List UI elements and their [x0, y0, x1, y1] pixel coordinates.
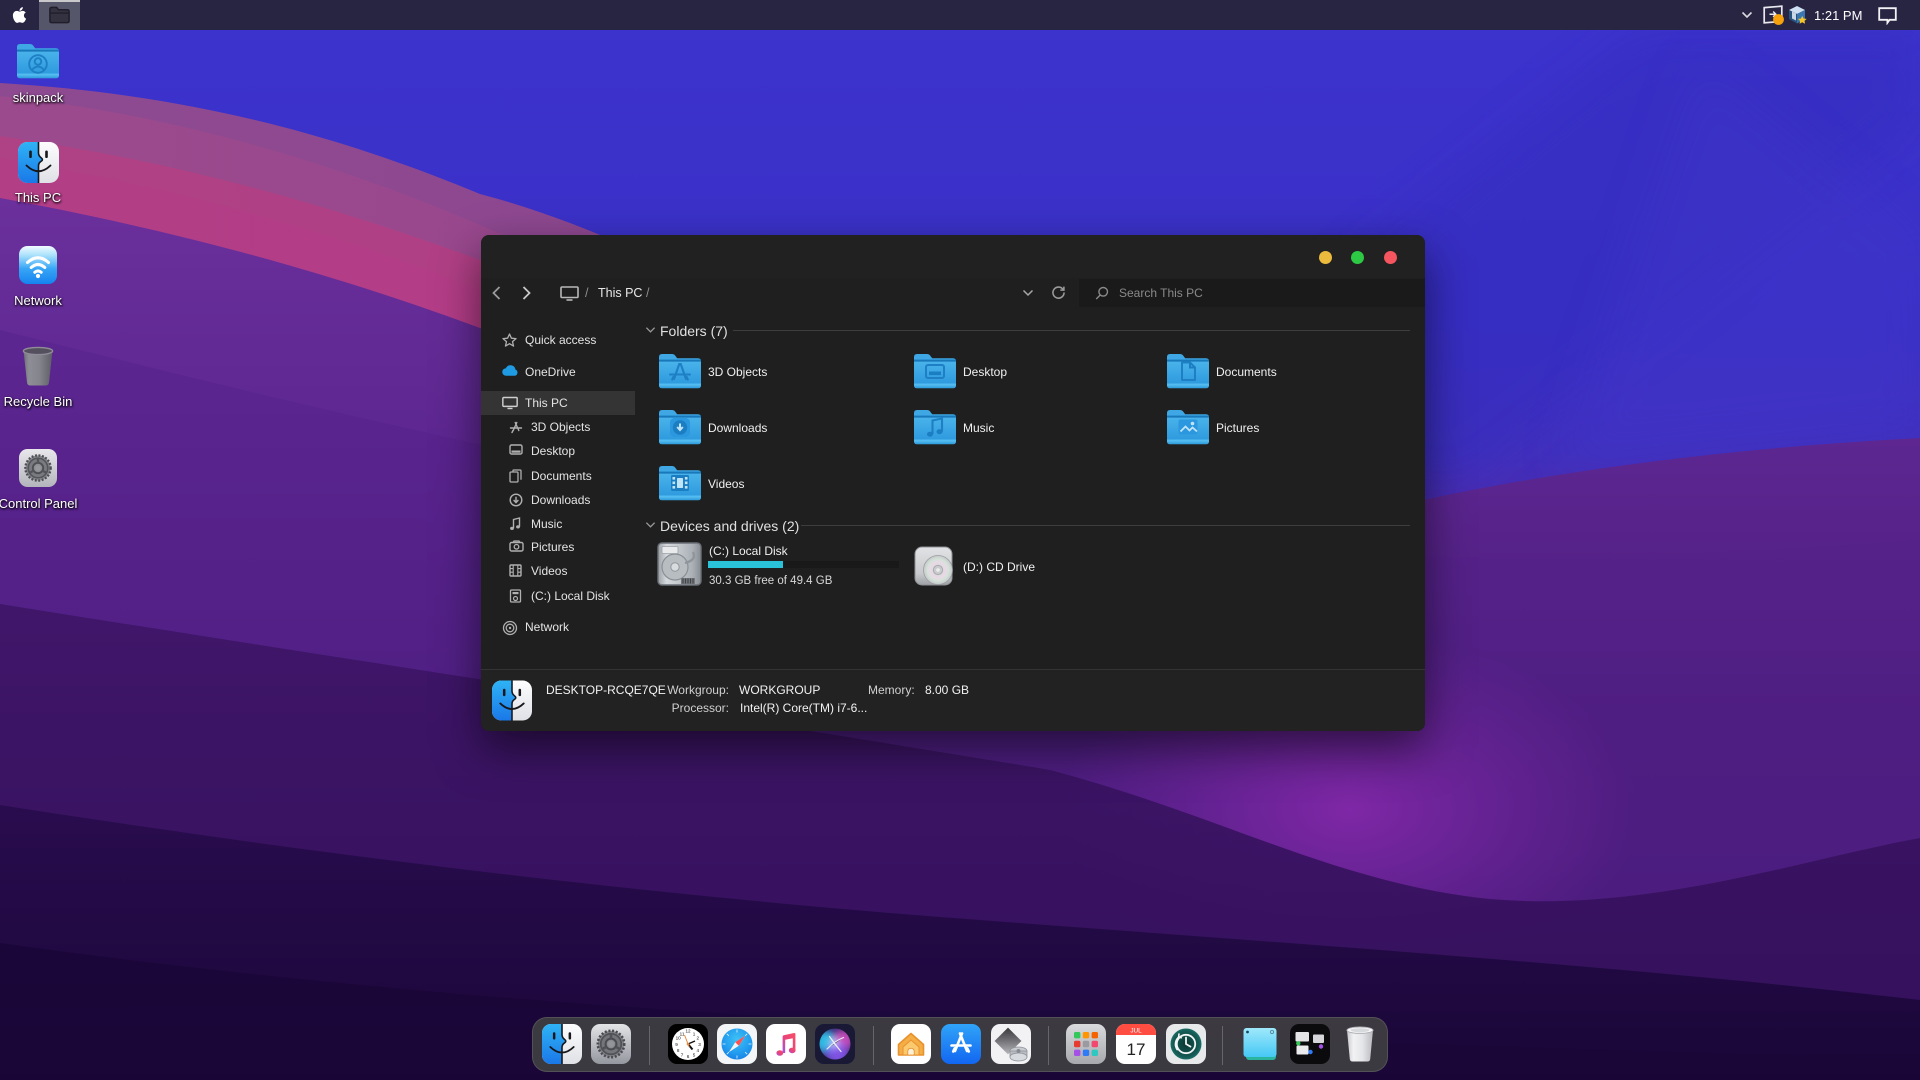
svg-text:8: 8 [677, 1048, 680, 1053]
svg-text:JUL: JUL [1130, 1028, 1142, 1035]
svg-text:12: 12 [685, 1029, 691, 1034]
svg-text:7: 7 [681, 1052, 684, 1057]
svg-text:9: 9 [675, 1042, 678, 1047]
svg-text:6: 6 [687, 1054, 690, 1059]
svg-text:5: 5 [693, 1052, 696, 1057]
svg-text:4: 4 [697, 1048, 700, 1053]
svg-text:17: 17 [1127, 1040, 1146, 1059]
svg-text:2: 2 [697, 1035, 700, 1040]
svg-text:1: 1 [693, 1031, 696, 1036]
svg-text:3: 3 [698, 1042, 701, 1047]
svg-text:11: 11 [680, 1031, 685, 1036]
